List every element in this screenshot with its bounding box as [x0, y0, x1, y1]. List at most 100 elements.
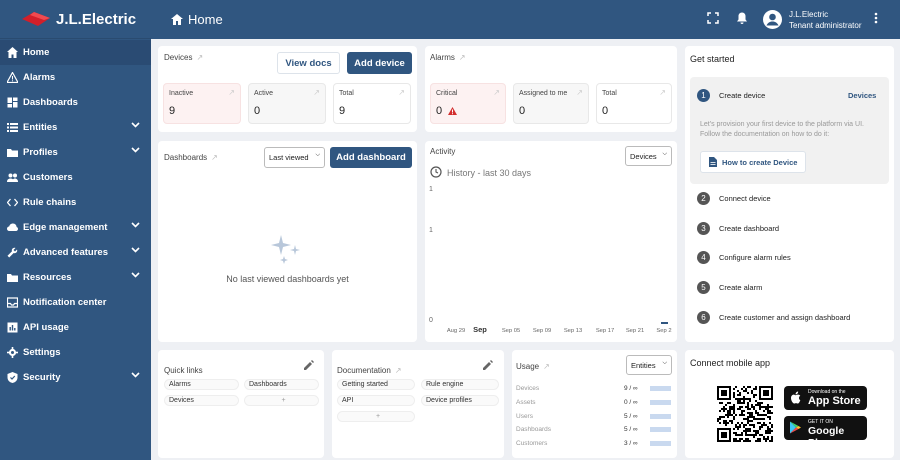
sidebar-item-edge-management[interactable]: Edge management	[0, 215, 151, 240]
warning-icon	[448, 107, 457, 115]
sidebar-item-entities[interactable]: Entities	[0, 115, 151, 140]
documentation-title[interactable]: Documentation ↗	[337, 366, 402, 375]
fullscreen-icon[interactable]	[707, 12, 719, 24]
devices-link[interactable]: Devices	[848, 91, 876, 100]
documentation-card: Documentation ↗ Getting started Rule engi…	[332, 350, 504, 458]
chevron-down-icon[interactable]	[131, 222, 140, 228]
chevron-down-icon[interactable]	[131, 272, 140, 278]
bell-icon[interactable]	[736, 12, 748, 25]
quick-link-dashboards[interactable]: Dashboards	[244, 379, 319, 390]
activity-data-point	[661, 322, 668, 324]
dashboards-title[interactable]: Dashboards ↗	[164, 153, 218, 162]
add-quick-link-button[interactable]: +	[244, 395, 319, 406]
stat-alarms-total[interactable]: Total ↗ 0	[596, 83, 672, 124]
activity-filter-select[interactable]: Devices ⌵	[625, 146, 672, 166]
step-6[interactable]: 6 Create customer and assign dashboard	[697, 311, 850, 324]
x-tick-label: Sep 05	[502, 328, 520, 334]
quick-link-devices[interactable]: Devices	[164, 395, 239, 406]
apple-icon	[791, 391, 801, 404]
user-info[interactable]: J.L.Electric Tenant administrator	[789, 9, 861, 31]
sidebar-item-advanced-features[interactable]: Advanced features	[0, 240, 151, 265]
avatar[interactable]	[763, 10, 782, 29]
doc-device-profiles[interactable]: Device profiles	[421, 395, 499, 406]
x-tick-label: Sep	[473, 325, 487, 334]
history-icon	[430, 166, 442, 178]
user-name: J.L.Electric	[789, 10, 829, 19]
chevron-down-icon[interactable]	[131, 147, 140, 153]
usage-bar	[650, 427, 671, 432]
sidebar-item-label: API usage	[23, 322, 69, 333]
how-to-create-device-button[interactable]: How to create Device	[700, 151, 806, 173]
x-tick-label: Sep 13	[564, 328, 582, 334]
stat-total[interactable]: Total ↗ 9	[333, 83, 411, 124]
sidebar-item-dashboards[interactable]: Dashboards	[0, 90, 151, 115]
folder-icon	[7, 147, 18, 158]
sidebar-item-api-usage[interactable]: API usage	[0, 315, 151, 340]
topbar: Home J.L.Electric Tenant administrator	[151, 0, 900, 39]
sidebar-item-resources[interactable]: Resources	[0, 265, 151, 290]
quick-link-alarms[interactable]: Alarms	[164, 379, 239, 390]
stat-inactive[interactable]: Inactive ↗ 9	[163, 83, 241, 124]
chevron-down-icon[interactable]	[131, 122, 140, 128]
google-play-icon	[790, 421, 801, 434]
view-docs-button[interactable]: View docs	[277, 52, 340, 74]
google-play-button[interactable]: GET IT ON Google Play	[784, 416, 867, 449]
usage-bar	[650, 441, 671, 446]
people-icon	[7, 172, 18, 183]
sidebar-item-settings[interactable]: Settings	[0, 340, 151, 365]
step-2[interactable]: 2 Connect device	[697, 192, 771, 205]
step-1-description: Let's provision your first device to the…	[700, 121, 864, 138]
usage-bar	[650, 386, 671, 391]
page-title-text: Home	[188, 12, 223, 27]
add-device-button[interactable]: Add device	[347, 52, 412, 74]
doc-rule-engine[interactable]: Rule engine	[421, 379, 499, 390]
chevron-down-icon[interactable]	[131, 247, 140, 253]
logo[interactable]: J.L.Electric	[0, 0, 151, 39]
sparkle-icon	[271, 235, 300, 264]
edit-icon[interactable]	[483, 360, 493, 370]
wrench-icon	[7, 247, 18, 258]
sidebar-item-profiles[interactable]: Profiles	[0, 140, 151, 165]
stat-critical[interactable]: Critical ↗ 0	[430, 83, 506, 124]
step-1-number: 1	[697, 89, 710, 102]
sidebar-item-label: Resources	[23, 272, 72, 283]
chevron-down-icon[interactable]	[131, 372, 140, 378]
appstore-text: App Store	[808, 395, 861, 407]
step-6-number: 6	[697, 311, 710, 324]
step-5[interactable]: 5 Create alarm	[697, 281, 762, 294]
step-4[interactable]: 4 Configure alarm rules	[697, 251, 791, 264]
stat-assigned[interactable]: Assigned to me ↗ 0	[513, 83, 589, 124]
sidebar-item-rule-chains[interactable]: Rule chains	[0, 190, 151, 215]
step-3-number: 3	[697, 222, 710, 235]
alarms-title[interactable]: Alarms ↗	[430, 53, 466, 62]
edit-icon[interactable]	[304, 360, 314, 370]
devices-title[interactable]: Devices ↗	[164, 53, 203, 62]
brand-name: J.L.Electric	[56, 10, 137, 28]
sidebar-item-security[interactable]: Security	[0, 365, 151, 390]
doc-getting-started[interactable]: Getting started	[337, 379, 415, 390]
sidebar-item-alarms[interactable]: Alarms	[0, 65, 151, 90]
sidebar-item-customers[interactable]: Customers	[0, 165, 151, 190]
sidebar-item-home[interactable]: Home	[0, 40, 151, 65]
step-3[interactable]: 3 Create dashboard	[697, 222, 779, 235]
sidebar-item-notification-center[interactable]: Notification center	[0, 290, 151, 315]
qr-code	[717, 386, 773, 442]
sidebar-item-label: Advanced features	[23, 247, 109, 258]
step-1[interactable]: 1 Create device	[697, 89, 765, 102]
usage-title[interactable]: Usage ↗	[516, 362, 550, 371]
user-role: Tenant administrator	[789, 21, 862, 30]
step-2-number: 2	[697, 192, 710, 205]
usage-filter-select[interactable]: Entities ⌵	[626, 355, 672, 375]
add-dashboard-button[interactable]: Add dashboard	[330, 147, 412, 168]
doc-api[interactable]: API	[337, 395, 415, 406]
y-tick-label: 0	[429, 317, 433, 324]
usage-row-customers: Customers 3 / ∞	[516, 440, 676, 447]
app-store-button[interactable]: Download on the App Store	[784, 386, 867, 410]
folder-icon	[7, 272, 18, 283]
dashboards-filter-select[interactable]: Last viewed ⌵	[264, 147, 325, 168]
add-doc-link-button[interactable]: +	[337, 411, 415, 422]
stat-active[interactable]: Active ↗ 0	[248, 83, 326, 124]
sidebar-item-label: Entities	[23, 122, 58, 133]
step-2-label: Connect device	[719, 194, 771, 203]
more-vert-icon[interactable]	[874, 12, 878, 24]
